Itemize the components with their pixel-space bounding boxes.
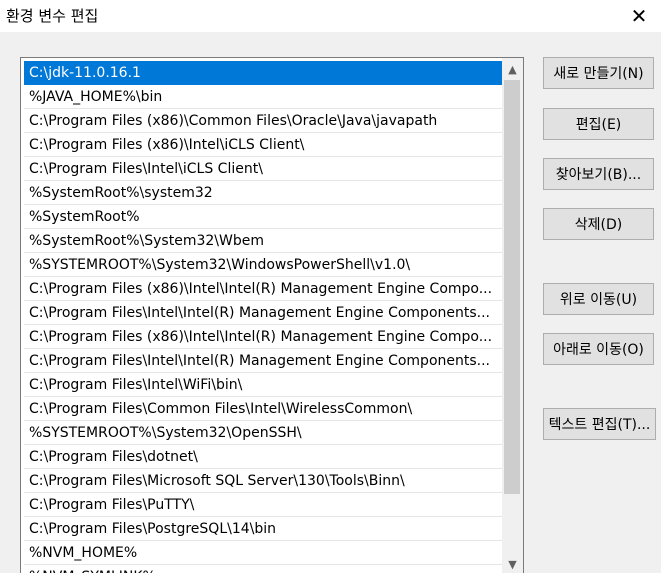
path-list-item[interactable]: C:\Program Files\PostgreSQL\14\bin — [24, 517, 502, 541]
path-list-item[interactable]: C:\Program Files\dotnet\ — [24, 445, 502, 469]
path-list-item[interactable]: %SYSTEMROOT%\System32\WindowsPowerShell\… — [24, 253, 502, 277]
path-list-item[interactable]: C:\Program Files\Intel\Intel(R) Manageme… — [24, 301, 502, 325]
edit-button[interactable]: 편집(E) — [543, 108, 654, 140]
window-title: 환경 변수 편집 — [6, 7, 99, 25]
scroll-down-icon[interactable]: ▼ — [502, 555, 523, 573]
scrollbar-thumb[interactable] — [504, 80, 520, 494]
scroll-up-icon[interactable]: ▲ — [502, 60, 523, 78]
path-list-item[interactable]: %SystemRoot% — [24, 205, 502, 229]
path-list-item[interactable]: C:\Program Files (x86)\Intel\Intel(R) Ma… — [24, 277, 502, 301]
path-list-item[interactable]: %SystemRoot%\system32 — [24, 181, 502, 205]
close-icon[interactable]: ✕ — [617, 0, 661, 32]
move-up-button[interactable]: 위로 이동(U) — [543, 283, 654, 315]
path-list-item[interactable]: C:\Program Files\Intel\Intel(R) Manageme… — [24, 349, 502, 373]
vertical-scrollbar[interactable]: ▲ ▼ — [502, 58, 523, 573]
edit-text-button[interactable]: 텍스트 편집(T)... — [543, 408, 656, 440]
browse-button[interactable]: 찾아보기(B)... — [543, 158, 654, 190]
path-list-item[interactable]: C:\jdk-11.0.16.1 — [24, 61, 502, 85]
path-list-item[interactable]: %NVM_SYMLINK% — [24, 565, 502, 573]
delete-button[interactable]: 삭제(D) — [543, 208, 654, 240]
path-list-item[interactable]: C:\Program Files\PuTTY\ — [24, 493, 502, 517]
path-list-item[interactable]: %NVM_HOME% — [24, 541, 502, 565]
new-button[interactable]: 새로 만들기(N) — [543, 57, 654, 89]
path-list-item[interactable]: C:\Program Files\Intel\iCLS Client\ — [24, 157, 502, 181]
path-list-item[interactable]: %SystemRoot%\System32\Wbem — [24, 229, 502, 253]
path-list-item[interactable]: C:\Program Files\Common Files\Intel\Wire… — [24, 397, 502, 421]
path-list-item[interactable]: C:\Program Files (x86)\Intel\iCLS Client… — [24, 133, 502, 157]
path-list-item[interactable]: C:\Program Files\Intel\WiFi\bin\ — [24, 373, 502, 397]
path-list[interactable]: C:\jdk-11.0.16.1 %JAVA_HOME%\bin C:\Progra… — [20, 57, 524, 573]
path-list-item[interactable]: C:\Program Files (x86)\Common Files\Orac… — [24, 109, 502, 133]
path-list-item[interactable]: %SYSTEMROOT%\System32\OpenSSH\ — [24, 421, 502, 445]
path-list-item[interactable]: %JAVA_HOME%\bin — [24, 85, 502, 109]
path-list-item[interactable]: C:\Program Files\Microsoft SQL Server\13… — [24, 469, 502, 493]
path-list-items: C:\jdk-11.0.16.1 %JAVA_HOME%\bin C:\Progra… — [24, 61, 502, 573]
move-down-button[interactable]: 아래로 이동(O) — [543, 333, 654, 365]
path-list-item[interactable]: C:\Program Files (x86)\Intel\Intel(R) Ma… — [24, 325, 502, 349]
title-bar: 환경 변수 편집 ✕ — [0, 0, 661, 32]
